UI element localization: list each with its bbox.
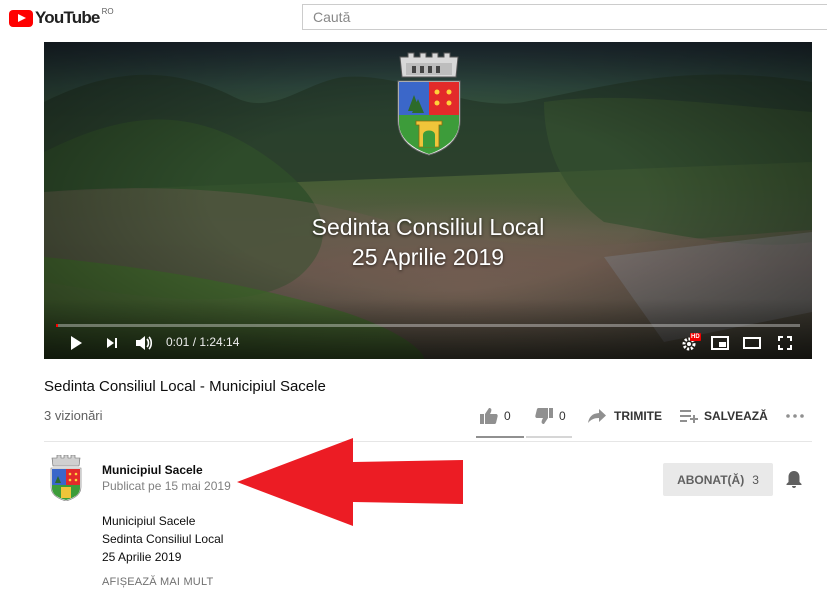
volume-icon <box>136 336 153 350</box>
youtube-logo[interactable]: YouTube RO <box>9 6 114 28</box>
subscribe-label: ABONAT(Ă) <box>677 472 745 487</box>
dislike-count: 0 <box>559 409 566 423</box>
fullscreen-button[interactable] <box>774 333 796 353</box>
miniplayer-icon <box>711 336 729 350</box>
like-button[interactable]: 0 <box>480 403 511 429</box>
overlay-title-line2: 25 Aprilie 2019 <box>351 244 505 270</box>
publish-date: Publicat pe 15 mai 2019 <box>102 479 231 493</box>
next-button[interactable] <box>102 333 122 353</box>
video-player[interactable]: Sedinta Consiliul Local 25 Aprilie 2019 … <box>44 42 812 359</box>
save-button[interactable]: SALVEAZĂ <box>680 403 768 429</box>
description-line: Municipiul Sacele <box>102 514 196 528</box>
view-count: 3 vizionări <box>44 408 103 423</box>
overlay-title-line1: Sedinta Consiliul Local <box>311 214 545 240</box>
show-more-link[interactable]: AFIȘEAZĂ MAI MULT <box>102 576 213 588</box>
red-annotation-arrow <box>237 438 463 526</box>
skip-next-icon <box>107 338 117 348</box>
progress-bar-fill <box>56 324 59 327</box>
search-box[interactable] <box>302 4 827 30</box>
channel-avatar[interactable] <box>49 455 83 501</box>
hd-badge: HD <box>690 333 701 341</box>
channel-name[interactable]: Municipiul Sacele <box>102 463 203 477</box>
share-button[interactable]: TRIMITE <box>588 403 662 429</box>
sentiment-bar <box>476 436 572 439</box>
video-title: Sedinta Consiliul Local - Municipiul Sac… <box>44 378 326 395</box>
progress-bar[interactable] <box>56 324 800 327</box>
like-count: 0 <box>504 409 511 423</box>
sentiment-dislike-bar <box>526 436 572 438</box>
description-line: Sedinta Consiliul Local <box>102 532 224 546</box>
miniplayer-button[interactable] <box>709 333 731 353</box>
description-line: 25 Aprilie 2019 <box>102 550 182 564</box>
subscriber-count: 3 <box>752 472 759 487</box>
save-label: SALVEAZĂ <box>704 409 768 423</box>
settings-button[interactable]: HD <box>678 333 702 353</box>
logo-text: YouTube <box>35 8 100 27</box>
playlist-add-icon <box>680 410 698 423</box>
time-display: 0:01 / 1:24:14 <box>166 335 240 349</box>
thumbs-down-icon <box>535 408 553 424</box>
theater-mode-icon <box>743 337 761 349</box>
play-button[interactable] <box>66 333 86 353</box>
theater-mode-button[interactable] <box>741 333 763 353</box>
share-label: TRIMITE <box>614 409 662 423</box>
volume-button[interactable] <box>133 333 155 353</box>
more-actions-button[interactable] <box>786 403 804 429</box>
municipality-crest-icon <box>397 52 461 156</box>
fullscreen-icon <box>778 336 792 350</box>
youtube-play-icon <box>9 9 33 27</box>
share-icon <box>588 409 606 423</box>
dislike-button[interactable]: 0 <box>535 403 566 429</box>
notification-bell-icon[interactable] <box>784 469 804 489</box>
masthead: YouTube RO <box>0 0 827 40</box>
logo-country-code: RO <box>101 6 114 16</box>
sentiment-like-bar <box>476 436 524 438</box>
more-horizontal-icon <box>786 414 804 418</box>
play-icon <box>71 336 82 350</box>
thumbs-up-icon <box>480 408 498 424</box>
search-input[interactable] <box>303 5 827 29</box>
subscribe-button[interactable]: ABONAT(Ă) 3 <box>663 463 773 496</box>
